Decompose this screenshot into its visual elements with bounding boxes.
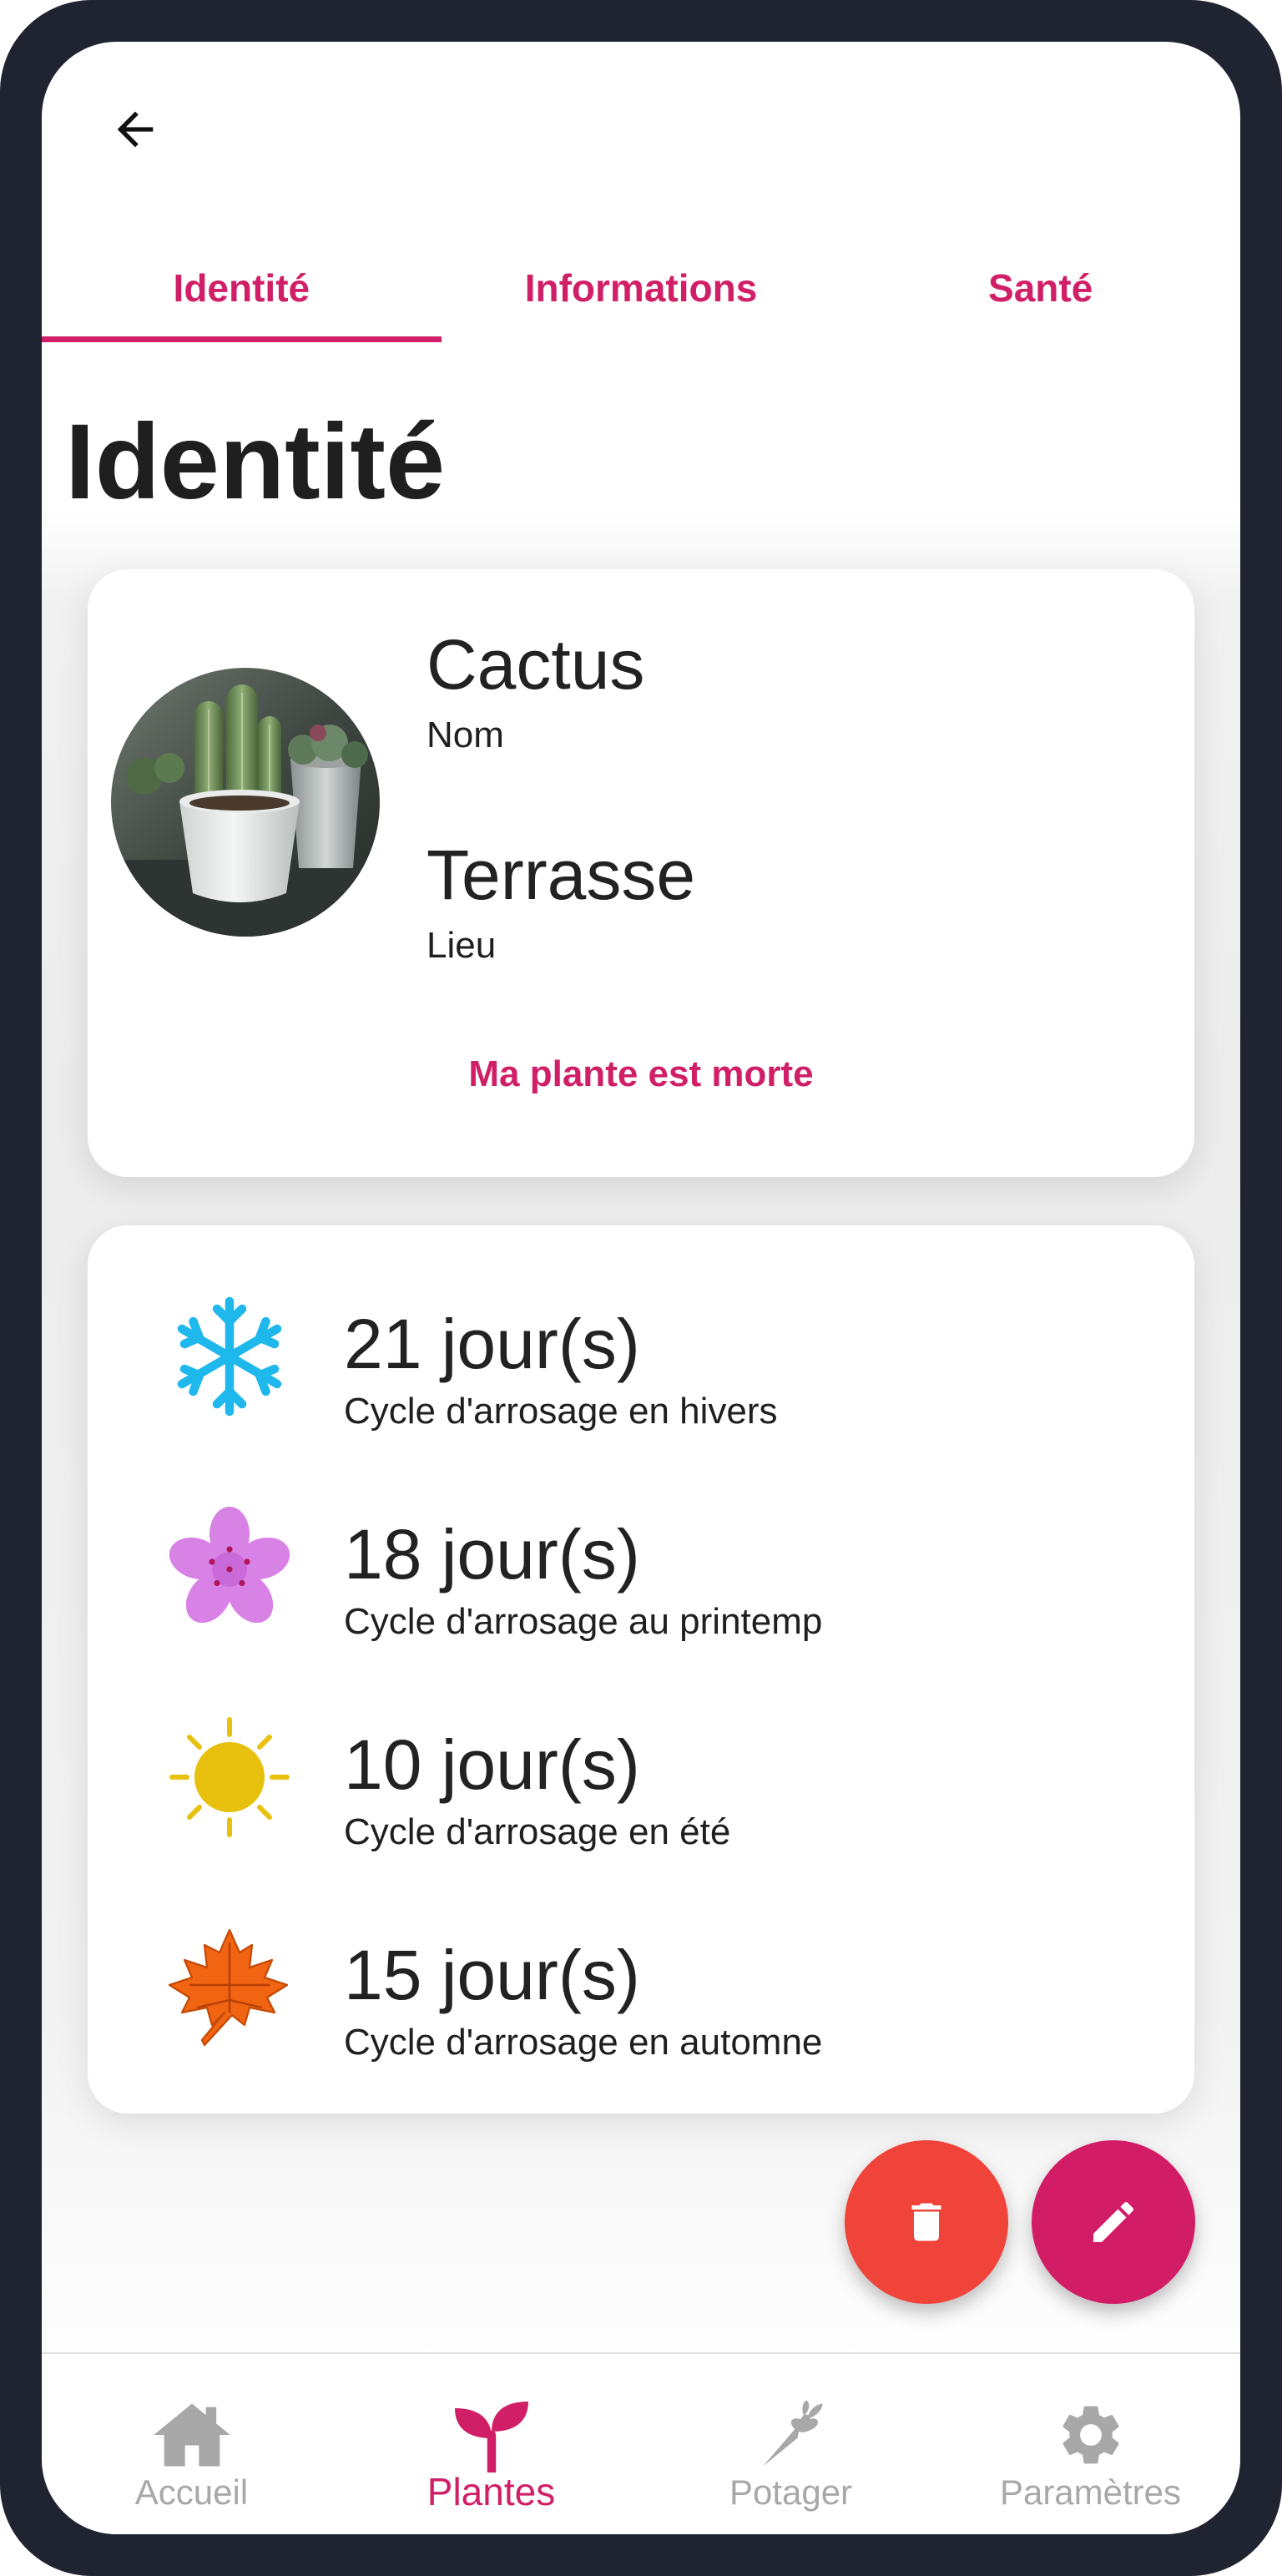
home-icon	[150, 2397, 234, 2472]
plant-dead-button[interactable]: Ma plante est morte	[88, 1053, 1194, 1095]
delete-button[interactable]	[845, 2140, 1008, 2304]
cycle-autumn: 15 jour(s) Cycle d'arrosage en automne	[88, 1892, 1194, 2075]
cycle-spring: 18 jour(s) Cycle d'arrosage au printemp	[88, 1471, 1194, 1654]
sprout-icon	[450, 2397, 533, 2472]
tab-sante[interactable]: Santé	[840, 234, 1240, 342]
cactus-photo	[111, 668, 380, 937]
autumn-cycle-value: 15 jour(s)	[344, 1936, 640, 2014]
trash-icon	[911, 2203, 941, 2241]
spring-cycle-value: 18 jour(s)	[344, 1515, 640, 1594]
place-value: Terrasse	[426, 836, 696, 914]
nav-item-accueil[interactable]: Accueil	[42, 2354, 341, 2534]
tab-informations[interactable]: Informations	[442, 234, 841, 342]
autumn-cycle-label: Cycle d'arrosage en automne	[344, 2022, 823, 2063]
nav-label-plantes: Plantes	[426, 2470, 556, 2513]
nav-item-parametres[interactable]: Paramètres	[941, 2354, 1240, 2534]
nav-label-accueil: Accueil	[134, 2472, 249, 2512]
sun-icon	[167, 1715, 292, 1840]
gear-icon	[1049, 2397, 1133, 2472]
back-button[interactable]	[93, 88, 177, 171]
snowflake-icon	[167, 1294, 292, 1419]
watering-cycles-card: 21 jour(s) Cycle d'arrosage en hivers 18…	[88, 1225, 1194, 2114]
device-frame: Identité Informations Santé Identité Cac…	[0, 0, 1282, 2576]
summer-cycle-label: Cycle d'arrosage en été	[344, 1811, 731, 1852]
place-label: Lieu	[426, 925, 497, 966]
flower-icon	[167, 1504, 292, 1629]
app-screen: Identité Informations Santé Identité Cac…	[42, 42, 1240, 2534]
winter-cycle-value: 21 jour(s)	[344, 1305, 640, 1383]
nav-item-potager[interactable]: Potager	[641, 2354, 941, 2534]
nav-item-plantes[interactable]: Plantes	[341, 2354, 641, 2534]
maple-leaf-icon	[167, 1925, 292, 2050]
winter-cycle-label: Cycle d'arrosage en hivers	[344, 1391, 778, 1432]
plant-photo	[111, 668, 380, 937]
nav-label-parametres: Paramètres	[999, 2472, 1182, 2512]
name-value: Cactus	[426, 625, 645, 704]
cycle-winter: 21 jour(s) Cycle d'arrosage en hivers	[88, 1260, 1194, 1444]
bottom-navigation: Accueil Plantes Potager Paramètres	[42, 2352, 1240, 2534]
tab-bar: Identité Informations Santé	[42, 234, 1240, 342]
identity-card: Cactus Nom Terrasse Lieu Ma plante est m…	[88, 569, 1194, 1177]
name-field: Cactus Nom	[426, 629, 644, 756]
nav-label-potager: Potager	[729, 2472, 853, 2512]
pencil-icon	[1093, 2201, 1134, 2242]
page-title: Identité	[65, 402, 446, 522]
place-field: Terrasse Lieu	[426, 840, 695, 967]
spring-cycle-label: Cycle d'arrosage au printemp	[344, 1601, 823, 1642]
carrot-icon	[750, 2397, 833, 2472]
name-label: Nom	[426, 715, 504, 755]
arrow-left-icon	[117, 111, 154, 148]
tab-identite[interactable]: Identité	[42, 234, 442, 342]
summer-cycle-value: 10 jour(s)	[344, 1725, 640, 1804]
cycle-summer: 10 jour(s) Cycle d'arrosage en été	[88, 1681, 1194, 1865]
edit-button[interactable]	[1032, 2140, 1195, 2304]
